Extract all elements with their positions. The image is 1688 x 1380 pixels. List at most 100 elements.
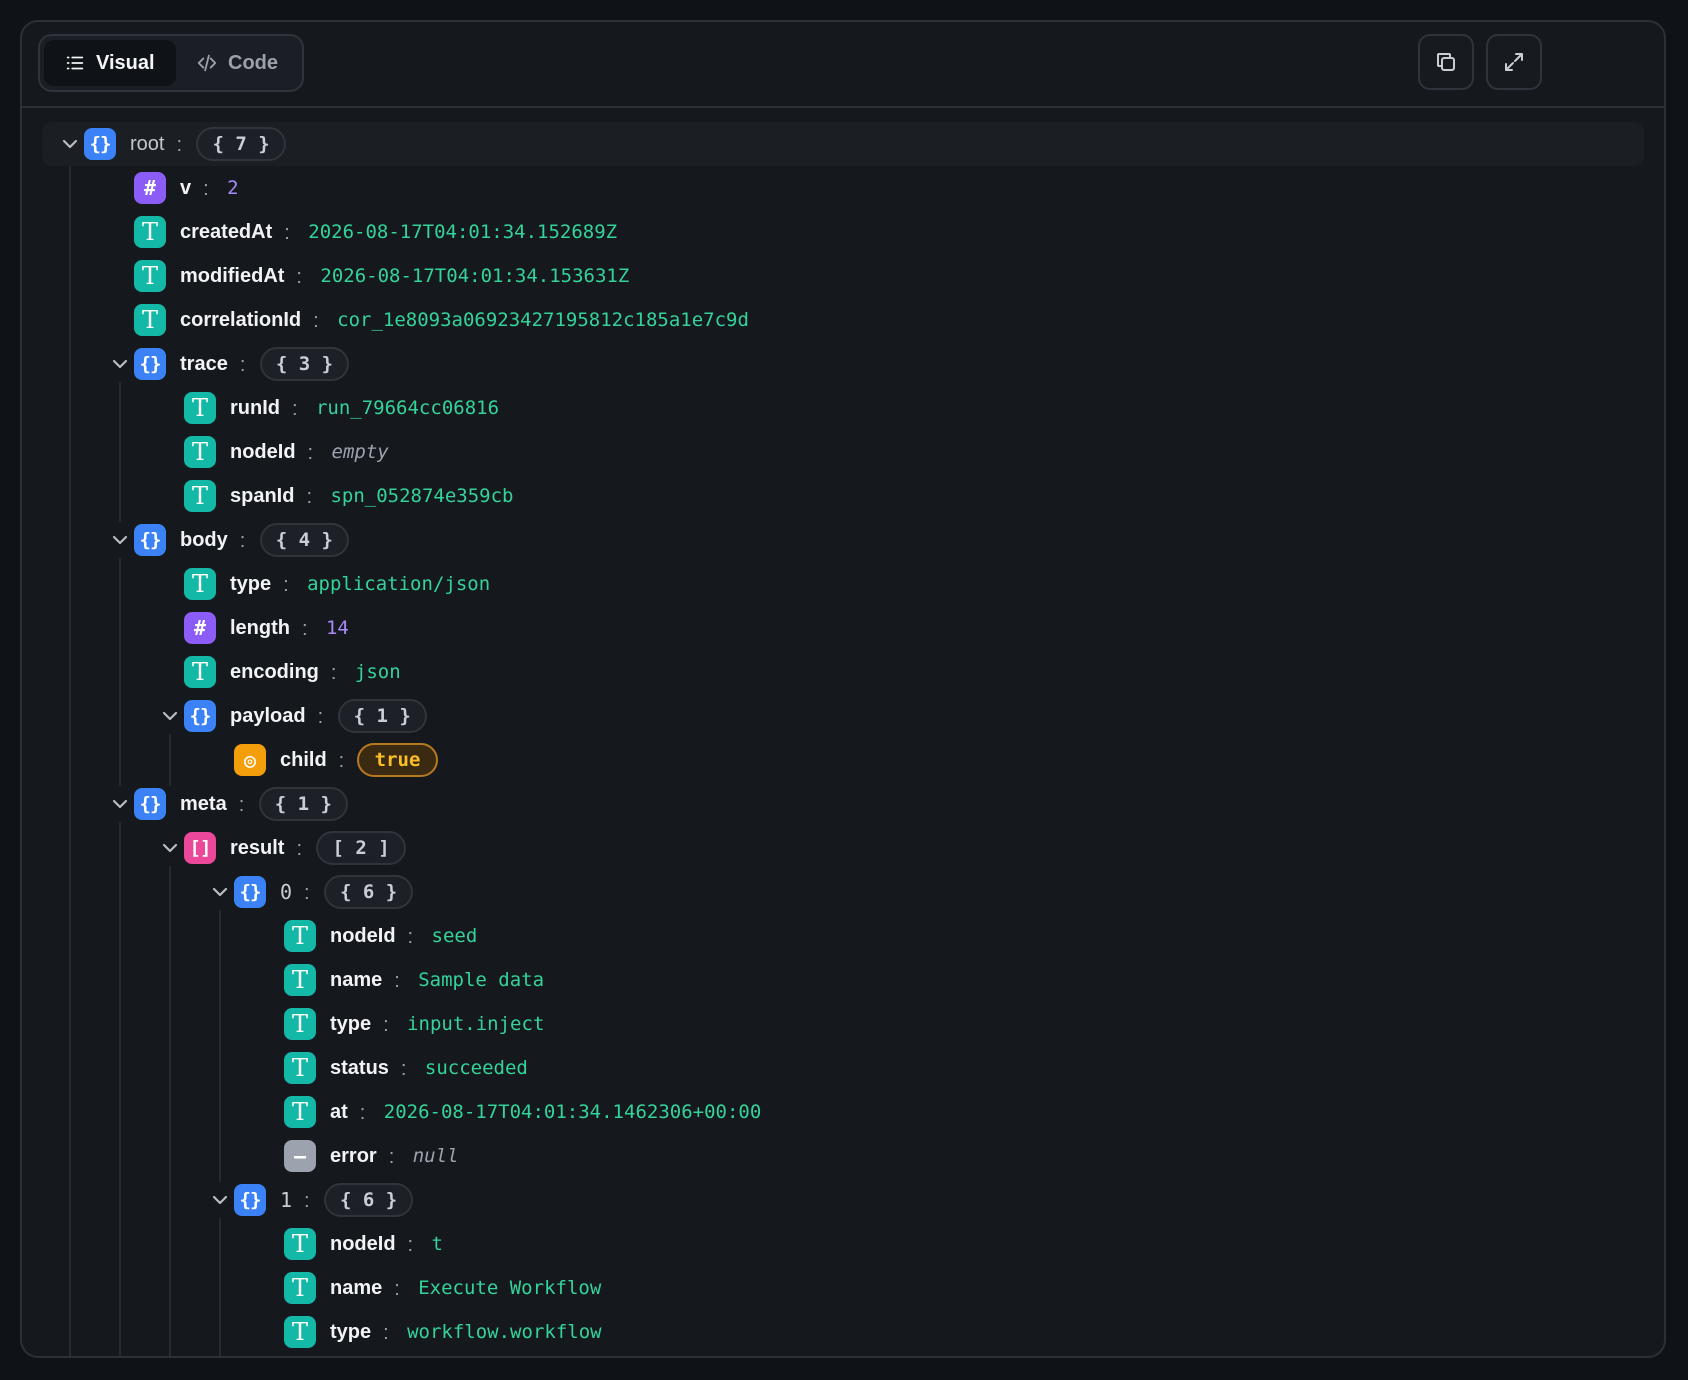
tree-row[interactable]: {} 1: { 6 } — [22, 1178, 1664, 1222]
string-type-icon: T — [184, 392, 216, 424]
key-separator: : — [407, 926, 414, 948]
tree-row[interactable]: [] result: [ 2 ] — [22, 826, 1664, 870]
tree-row: Tencoding: json — [22, 650, 1664, 694]
chevron-down-icon[interactable] — [108, 528, 132, 552]
tree-row: Tname: Execute Workflow — [22, 1266, 1664, 1310]
chevron-down-icon[interactable] — [208, 880, 232, 904]
tree-key: 0 — [280, 880, 293, 904]
tree-value: 14 — [325, 617, 349, 639]
child-count-badge: { 3 } — [259, 347, 350, 381]
child-count-badge: { 7 } — [196, 127, 286, 161]
key-separator: : — [239, 354, 246, 376]
chevron-down-icon[interactable] — [158, 704, 182, 728]
object-type-icon: {} — [234, 1184, 266, 1216]
string-type-icon: T — [284, 1272, 316, 1304]
view-mode-toggle: Visual Code — [38, 34, 304, 92]
string-type-icon: T — [284, 1228, 316, 1260]
string-type-icon: T — [184, 568, 216, 600]
tree-row: — error: null — [22, 1134, 1664, 1178]
tree-row[interactable]: {} trace: { 3 } — [22, 342, 1664, 386]
tree-value: 2026-08-17T04:01:34.153631Z — [320, 265, 630, 287]
key-separator: : — [304, 882, 310, 904]
string-type-icon: T — [184, 480, 216, 512]
list-icon — [66, 56, 84, 70]
child-count-badge: { 1 } — [258, 787, 348, 821]
tree-key: encoding — [230, 660, 319, 683]
tree-value: 2026-08-17T04:01:34.1462306+00:00 — [383, 1101, 762, 1123]
tree-key: type — [330, 1320, 372, 1343]
key-separator: : — [304, 1190, 310, 1212]
string-type-icon: T — [284, 1008, 316, 1040]
chevron-down-icon[interactable] — [158, 836, 182, 860]
key-separator: : — [307, 442, 314, 464]
string-type-icon: T — [134, 216, 166, 248]
tree-row[interactable]: {} payload: { 1 } — [22, 694, 1664, 738]
tree-row[interactable]: {} body: { 4 } — [22, 518, 1664, 562]
object-type-icon: {} — [134, 524, 166, 556]
key-separator: : — [239, 530, 246, 552]
key-separator: : — [203, 178, 209, 200]
key-separator: : — [394, 1278, 400, 1300]
key-separator: : — [330, 662, 337, 684]
tab-visual-label: Visual — [96, 51, 155, 74]
tree-value: seed — [431, 925, 478, 947]
string-type-icon: T — [284, 1052, 316, 1084]
key-separator: : — [388, 1146, 395, 1168]
tree-row: Ttype: workflow.workflow — [22, 1310, 1664, 1354]
tree-key: meta — [180, 792, 227, 815]
chevron-down-icon[interactable] — [58, 132, 82, 156]
tree-row[interactable]: {} 0: { 6 } — [22, 870, 1664, 914]
object-type-icon: {} — [84, 128, 116, 160]
chevron-down-icon[interactable] — [208, 1188, 232, 1212]
object-type-icon: {} — [234, 876, 266, 908]
chevron-down-icon[interactable] — [108, 792, 132, 816]
tree-value: cor_1e8093a06923427195812c185a1e7c9d — [337, 309, 749, 331]
tree-key: nodeId — [330, 924, 396, 947]
boolean-value-badge: true — [356, 743, 439, 777]
tree-key: body — [180, 528, 228, 551]
tree-key: trace — [180, 352, 228, 375]
tree-row[interactable]: {} meta: { 1 } — [22, 782, 1664, 826]
tree-root-row[interactable]: {} root: { 7 } — [42, 122, 1644, 166]
object-type-icon: {} — [134, 788, 166, 820]
tab-code[interactable]: Code — [176, 40, 298, 86]
key-separator: : — [306, 486, 313, 508]
tab-code-label: Code — [228, 51, 278, 74]
tree-row: # v:2 — [22, 166, 1664, 210]
tree-row: TmodifiedAt:2026-08-17T04:01:34.153631Z — [22, 254, 1664, 298]
string-type-icon: T — [184, 656, 216, 688]
tree-row: TrunId: run_79664cc06816 — [22, 386, 1664, 430]
tree-value: Sample data — [418, 969, 545, 991]
chevron-down-icon[interactable] — [108, 352, 132, 376]
child-count-badge: { 6 } — [324, 875, 414, 909]
key-separator: : — [383, 1322, 389, 1344]
tab-visual[interactable]: Visual — [44, 40, 176, 86]
tree-row: Ttype: application/json — [22, 562, 1664, 606]
child-count-badge: { 4 } — [259, 523, 349, 557]
tree-key: spanId — [230, 484, 295, 507]
boolean-type-icon: ◎ — [234, 744, 266, 776]
tree-value: Execute Workflow — [418, 1277, 602, 1299]
expand-button[interactable] — [1486, 34, 1542, 90]
number-type-icon: # — [134, 172, 166, 204]
tree-key: error — [330, 1144, 377, 1167]
array-type-icon: [] — [184, 832, 216, 864]
tree-row: TnodeId: t — [22, 1222, 1664, 1266]
tree-key: nodeId — [330, 1232, 396, 1255]
key-separator: : — [359, 1102, 366, 1124]
tree-value: null — [412, 1145, 459, 1167]
string-type-icon: T — [134, 304, 166, 336]
tree-value: 2 — [227, 177, 239, 199]
tree-value: input.inject — [407, 1013, 545, 1035]
tree-row: ◎ child: true — [22, 738, 1664, 782]
number-type-icon: # — [184, 612, 216, 644]
key-separator: : — [296, 266, 302, 288]
key-separator: : — [407, 1234, 414, 1256]
tree-row: TnodeId: empty — [22, 430, 1664, 474]
copy-button[interactable] — [1418, 34, 1474, 90]
key-separator: : — [291, 398, 298, 420]
tree-row: Tstatus: succeeded — [22, 1046, 1664, 1090]
tree-value: spn_052874e359cb — [330, 485, 514, 507]
tree-key: payload — [230, 704, 306, 727]
key-separator: : — [284, 222, 290, 244]
